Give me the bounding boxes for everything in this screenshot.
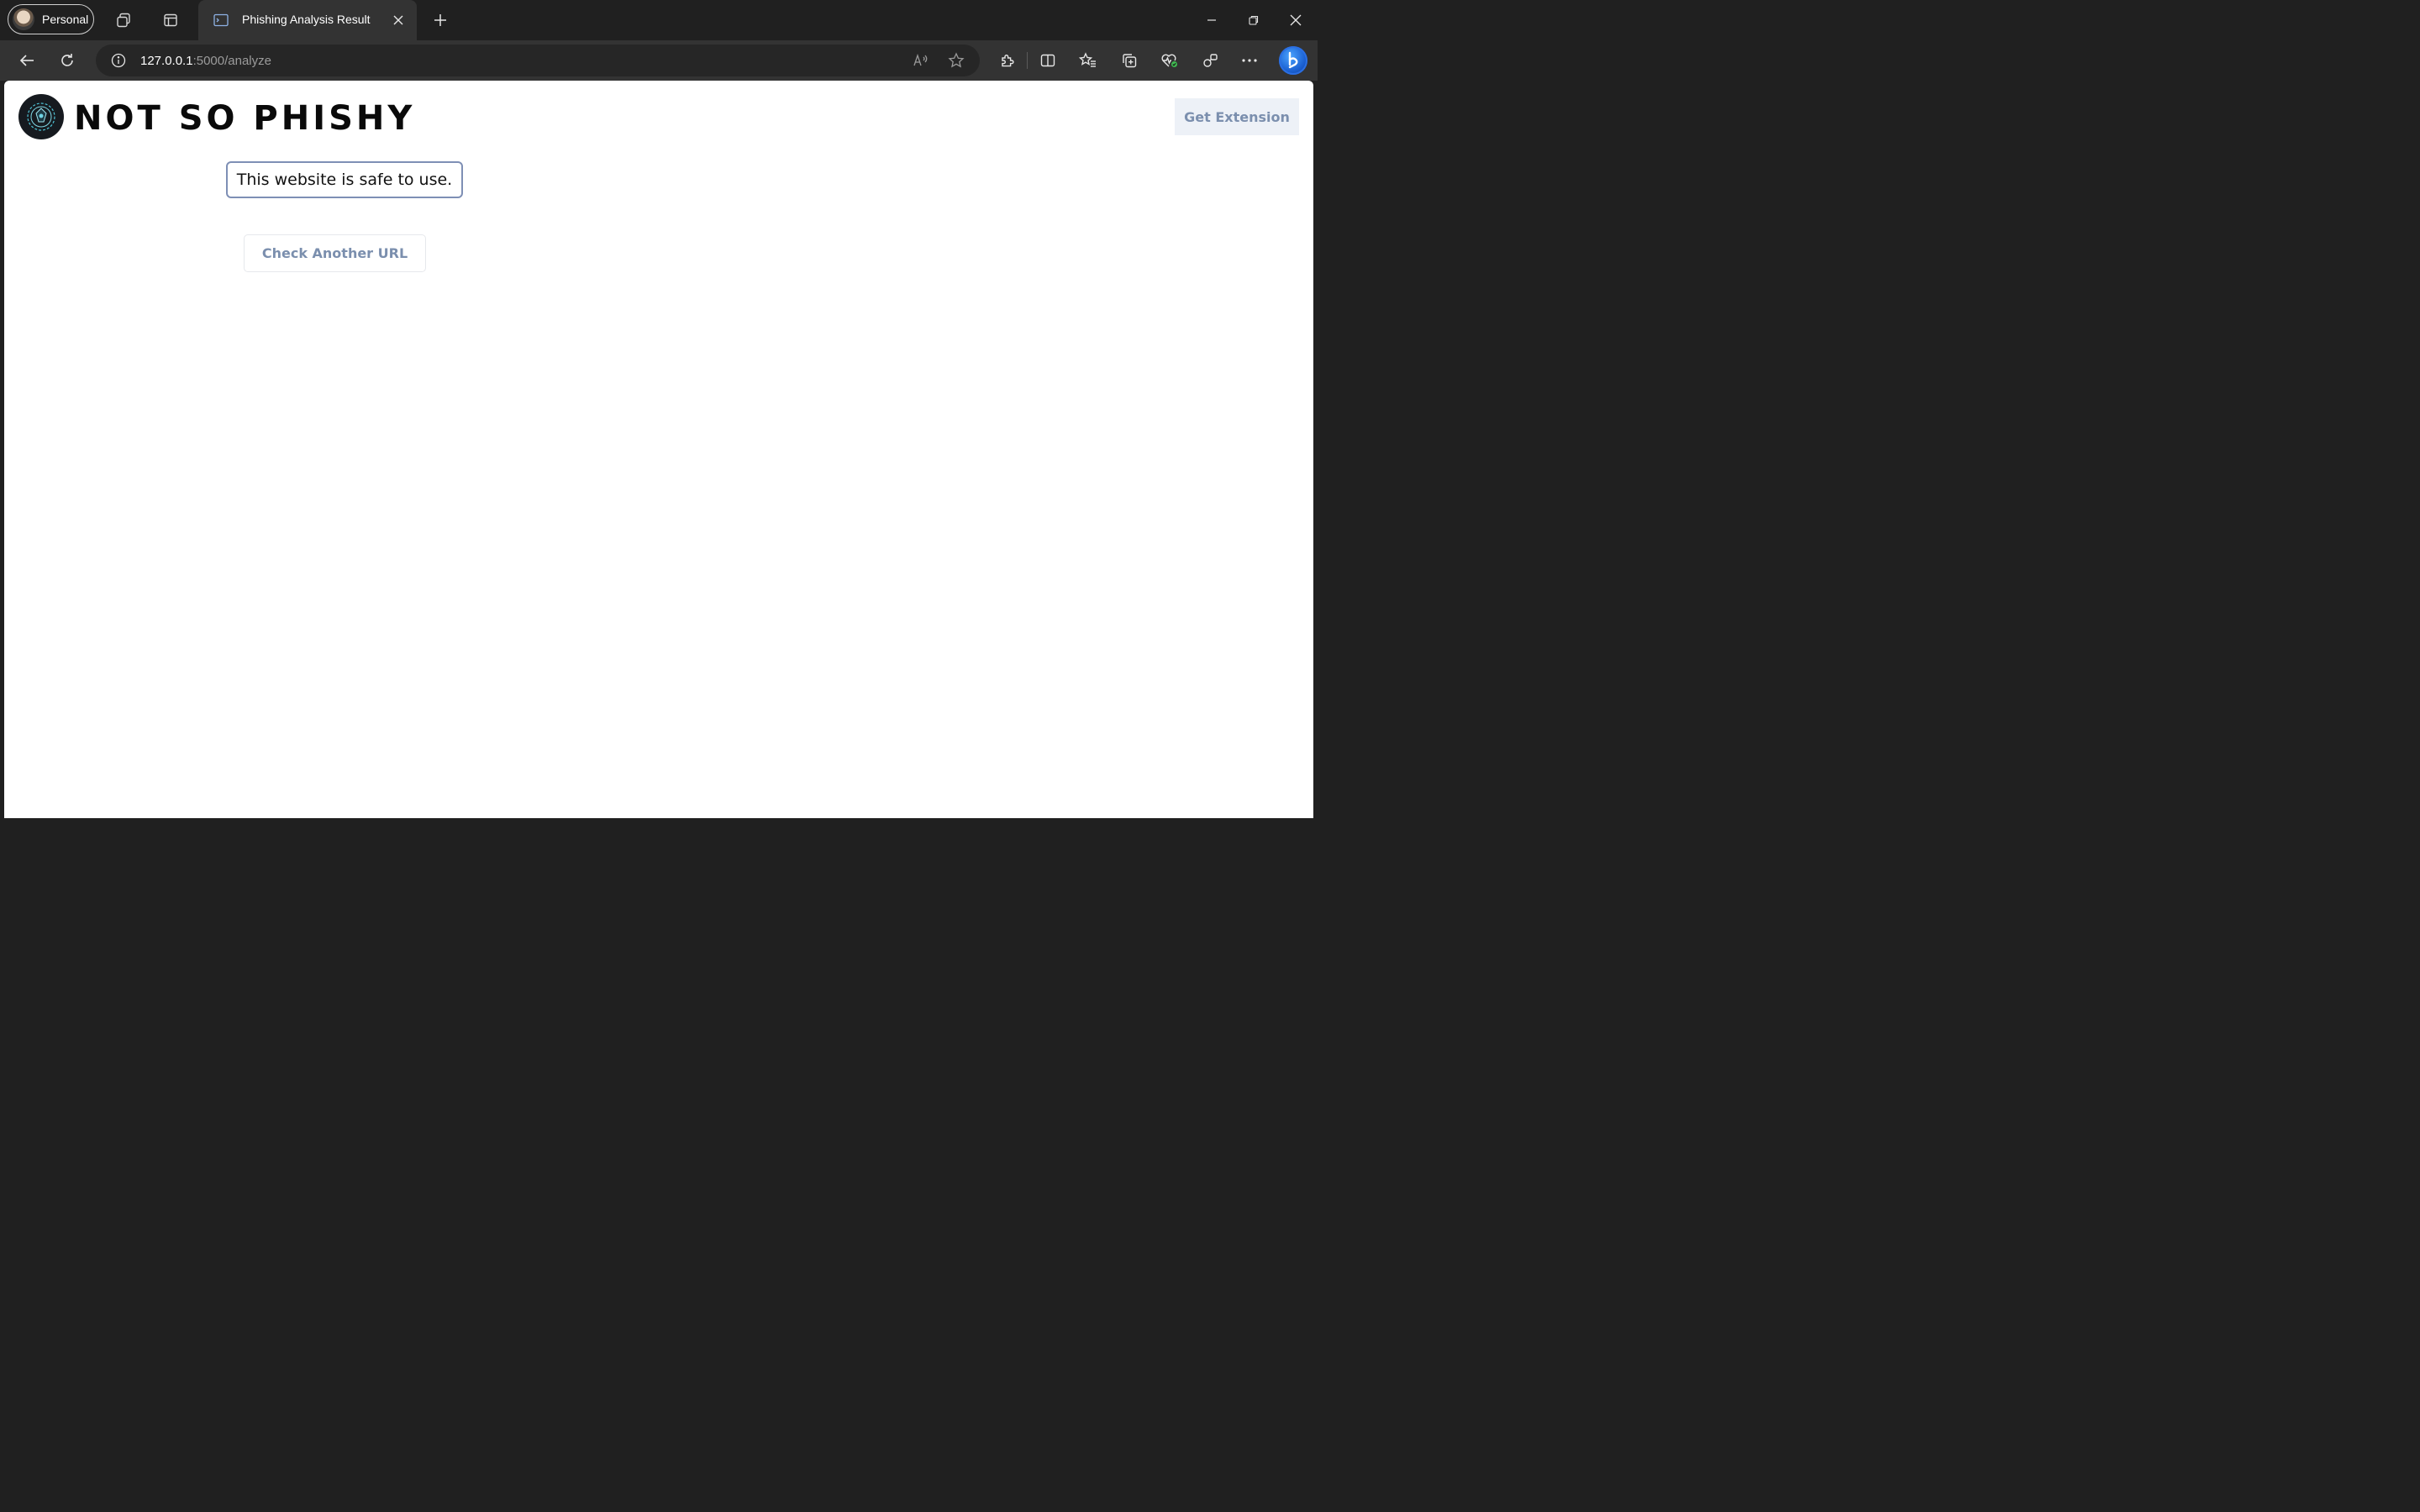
toolbar-divider xyxy=(1027,52,1028,69)
close-tab-icon[interactable] xyxy=(390,12,407,29)
split-screen-icon[interactable] xyxy=(1038,50,1058,71)
window-bottom-edge xyxy=(0,818,1318,823)
get-extension-button[interactable]: Get Extension xyxy=(1175,98,1299,135)
refresh-icon[interactable] xyxy=(57,50,77,71)
back-arrow-icon[interactable] xyxy=(17,50,37,71)
browser-essentials-icon[interactable] xyxy=(1160,50,1180,71)
check-another-url-button[interactable]: Check Another URL xyxy=(244,234,426,272)
url-host: 127.0.0.1 xyxy=(140,54,193,68)
active-tab[interactable]: Phishing Analysis Result xyxy=(198,0,417,40)
brand-title: NOT SO PHISHY xyxy=(74,99,416,138)
favorite-star-icon[interactable] xyxy=(948,52,965,69)
extensions-icon[interactable] xyxy=(997,50,1018,71)
favorites-icon[interactable] xyxy=(1078,50,1098,71)
site-info-icon[interactable] xyxy=(111,53,126,68)
web-content: NOT SO PHISHY Get Extension This website… xyxy=(4,81,1313,818)
address-bar[interactable]: 127.0.0.1:5000/analyze xyxy=(96,45,980,76)
more-options-icon[interactable] xyxy=(1239,50,1260,71)
collections-icon[interactable] xyxy=(1119,50,1139,71)
tab-title: Phishing Analysis Result xyxy=(242,13,371,26)
result-message: This website is safe to use. xyxy=(226,161,463,198)
copilot-icon[interactable] xyxy=(1279,46,1307,75)
minimize-icon[interactable] xyxy=(1202,10,1222,30)
browser-toolbar: 127.0.0.1:5000/analyze xyxy=(0,40,1318,81)
profile-avatar xyxy=(13,8,34,30)
new-tab-icon[interactable] xyxy=(430,10,450,30)
vertical-tabs-icon[interactable] xyxy=(160,10,181,30)
url-path: :5000/analyze xyxy=(192,54,271,68)
restore-icon[interactable] xyxy=(1244,10,1264,30)
browser-tab-strip: Personal Phishing Analysis Result xyxy=(0,0,1318,40)
terminal-favicon-icon xyxy=(213,13,229,27)
url-text[interactable]: 127.0.0.1:5000/analyze xyxy=(140,54,271,68)
read-aloud-icon[interactable] xyxy=(913,52,929,69)
close-window-icon[interactable] xyxy=(1286,10,1306,30)
profile-label: Personal xyxy=(42,13,89,26)
performance-icon[interactable] xyxy=(1200,50,1220,71)
workspaces-icon[interactable] xyxy=(113,10,134,30)
profile-button[interactable]: Personal xyxy=(8,4,94,34)
site-logo[interactable] xyxy=(18,94,64,139)
